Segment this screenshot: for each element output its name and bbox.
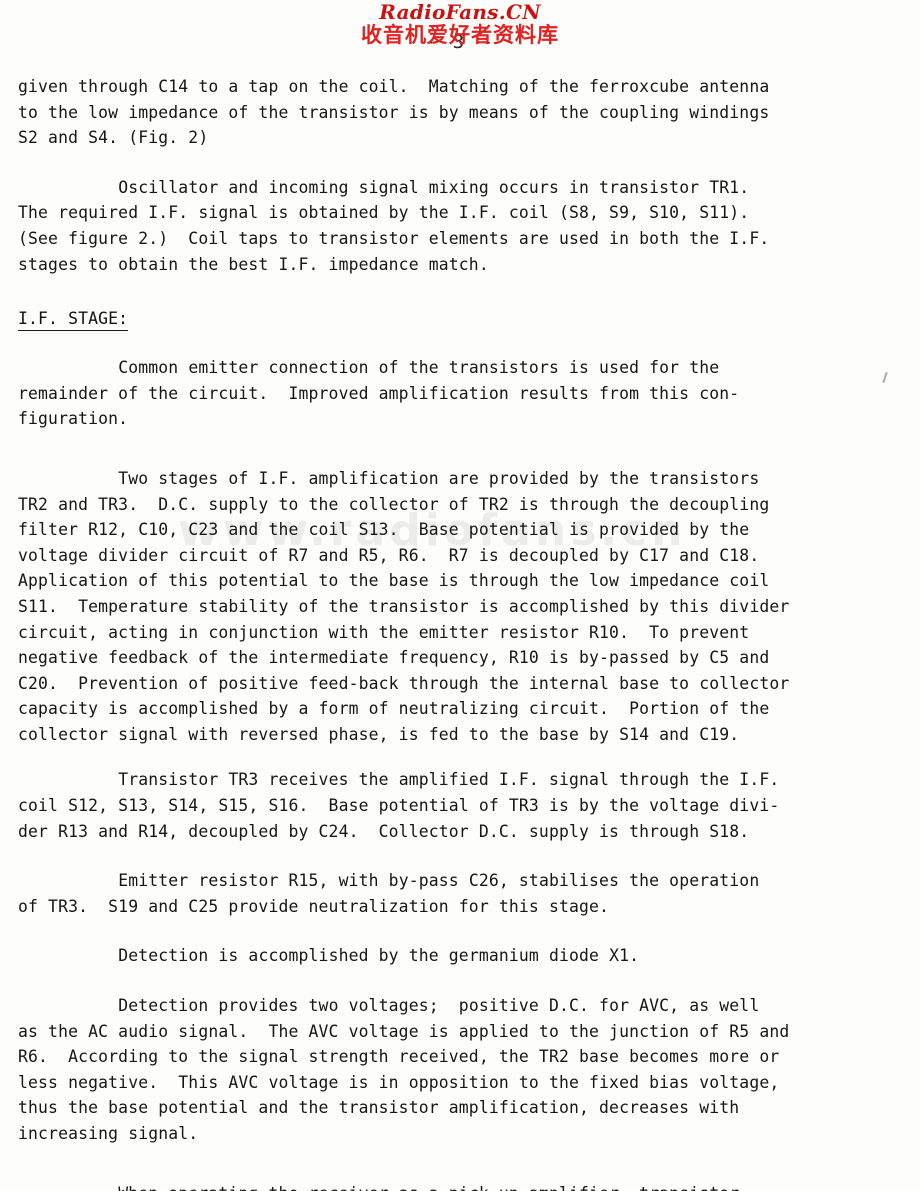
paragraph-transistor-tr3: Transistor TR3 receives the amplified I.… [18,770,780,841]
paragraph-common-emitter: Common emitter connection of the transis… [18,358,740,429]
watermark-latin-text: RadioFans.CN [379,0,541,24]
paragraph-oscillator-mixing: Oscillator and incoming signal mixing oc… [18,177,770,274]
document-body: given through C14 to a tap on the coil. … [18,74,902,1191]
document-page: - 3 - RadioFans.CN 收音机爱好者资料库 www.radiofa… [0,0,920,1191]
paragraph-detection-diode: Detection is accomplished by the germani… [18,946,640,966]
section-heading-if-stage: I.F. STAGE: [18,307,902,332]
section-heading-label: I.F. STAGE: [18,309,129,332]
paragraph-detection-voltages: Detection provides two voltages; positiv… [18,996,790,1143]
paragraph-two-stages-if: Two stages of I.F. amplification are pro… [18,468,790,744]
page-header: - 3 - RadioFans.CN 收音机爱好者资料库 [0,0,920,70]
page-number: - 3 - [423,31,497,53]
paragraph-pickup-amplifier: When operating the receiver as a pick-up… [18,1181,902,1191]
paragraph-emitter-resistor-r15: Emitter resistor R15, with by-pass C26, … [18,871,760,916]
paragraph-antenna-matching: given through C14 to a tap on the coil. … [18,77,770,148]
